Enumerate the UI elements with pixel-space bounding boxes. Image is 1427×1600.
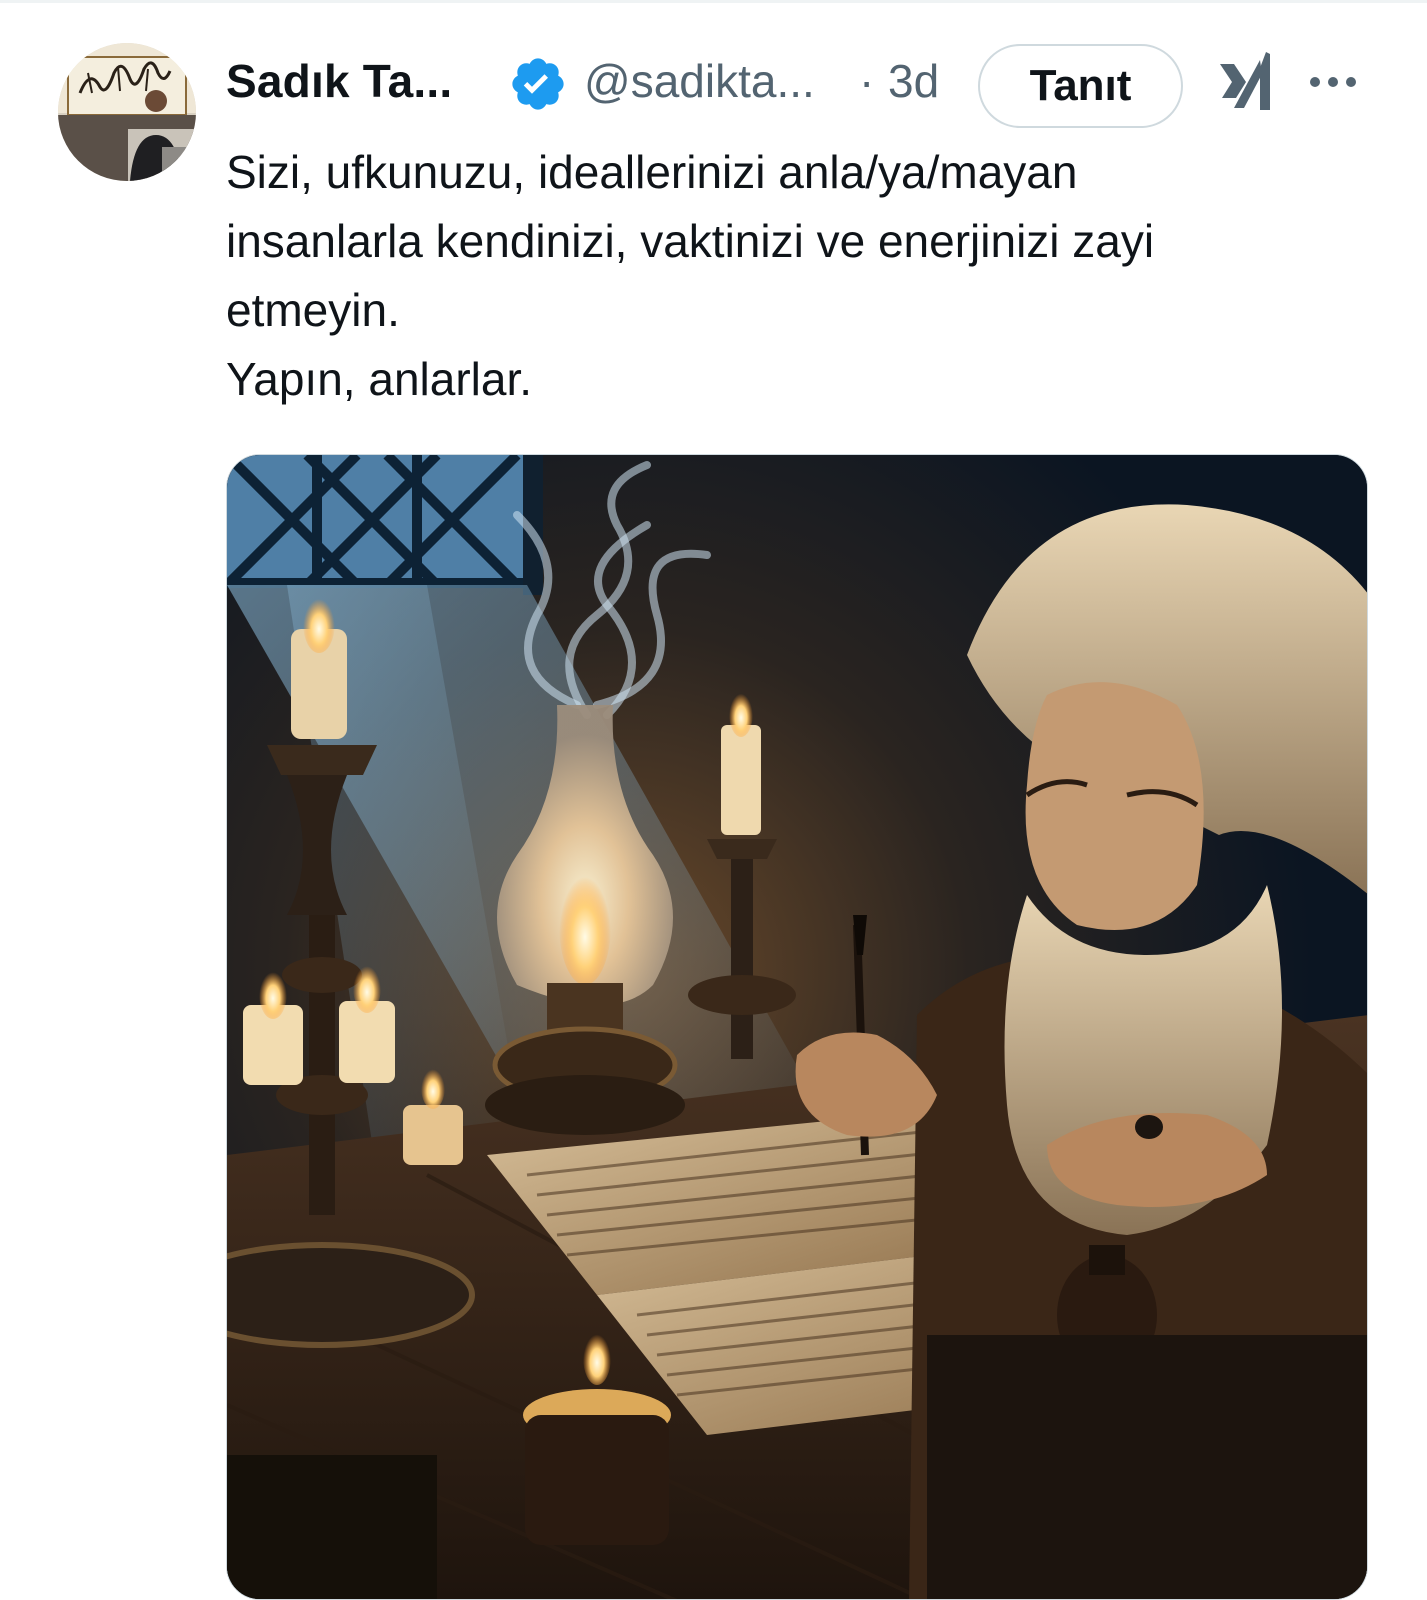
tweet-text-line: insanlarla kendinizi, vaktinizi ve enerj… [226, 215, 1155, 267]
promote-button[interactable]: Tanıt [978, 44, 1183, 128]
tweet-text-line: Sizi, ufkunuzu, ideallerinizi anla/ya/ma… [226, 146, 1078, 198]
top-divider [0, 0, 1427, 3]
tweet-text-line: etmeyin. [226, 284, 400, 336]
avatar[interactable] [58, 43, 196, 181]
tweet-header: Sadık Ta... @sadikta... · 3d Tanıt [226, 44, 1376, 128]
tweet-text: Sizi, ufkunuzu, ideallerinizi anla/ya/ma… [226, 138, 1366, 414]
separator-dot: · [859, 55, 875, 107]
tweet-text-line: Yapın, anlarlar. [226, 353, 533, 405]
grok-icon[interactable] [1216, 50, 1272, 114]
author-name[interactable]: Sadık Ta... [226, 54, 452, 108]
verified-badge-icon[interactable] [508, 54, 568, 114]
author-handle[interactable]: @sadikta... [584, 54, 815, 108]
tweet-image[interactable] [226, 454, 1368, 1600]
post-time[interactable]: 3d [888, 54, 939, 108]
more-options-icon[interactable] [1306, 62, 1360, 102]
scholar-illustration [227, 455, 1367, 1599]
avatar-image [58, 43, 196, 181]
